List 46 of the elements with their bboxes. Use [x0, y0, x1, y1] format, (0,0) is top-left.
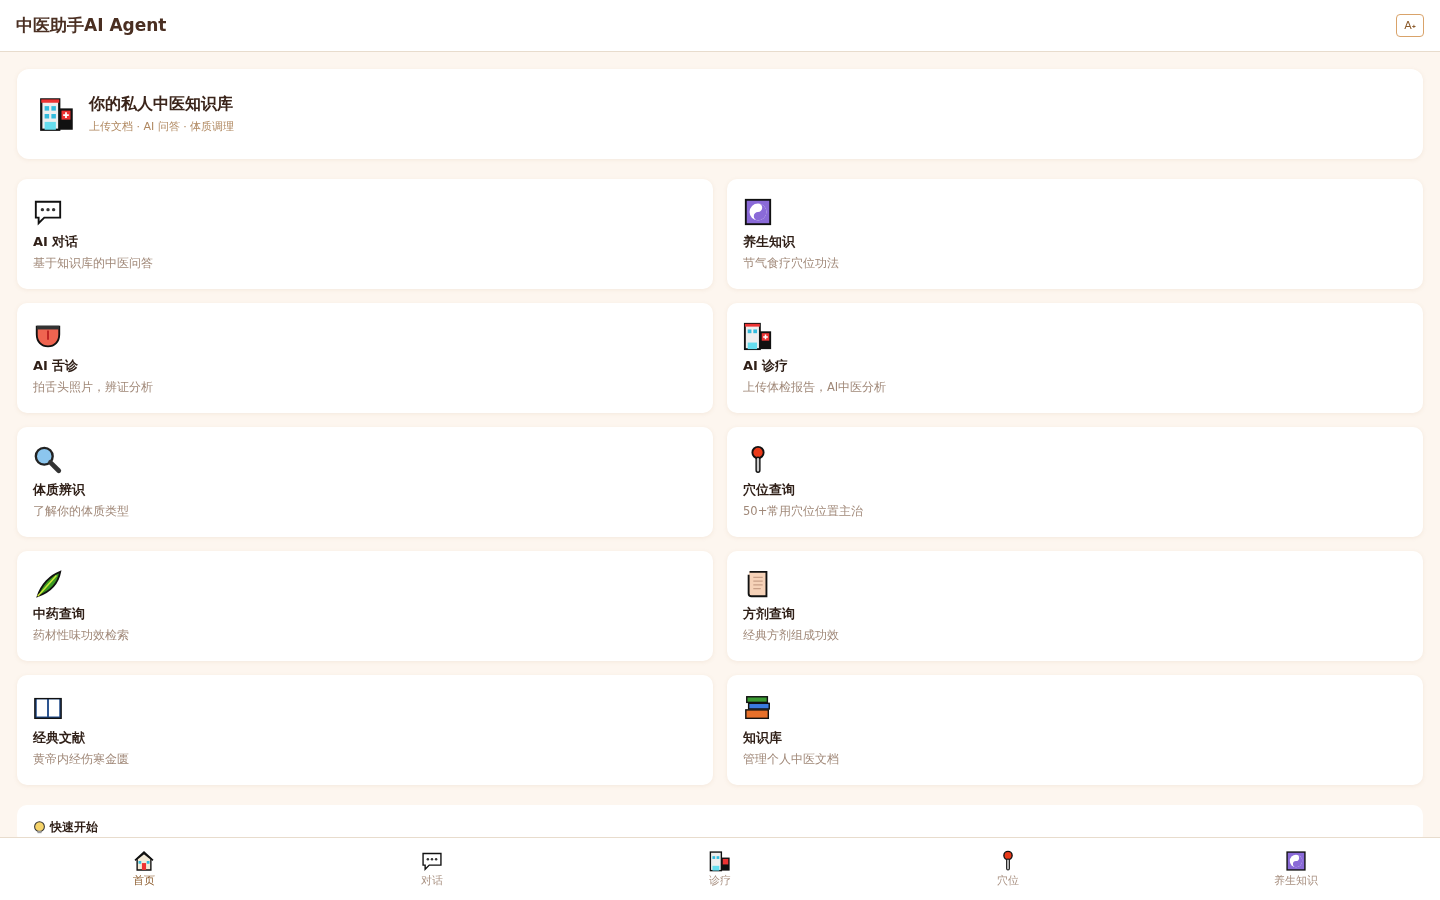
feature-card[interactable]: 中药查询 药材性味功效检索 [17, 551, 713, 661]
feature-title: 穴位查询 [743, 481, 795, 499]
magnifier-icon [33, 445, 63, 475]
feature-card[interactable]: AI 诊疗 上传体检报告，AI中医分析 [727, 303, 1423, 413]
feature-description: 黄帝内经伤寒金匮 [33, 752, 129, 767]
feature-card[interactable]: 知识库 管理个人中医文档 [727, 675, 1423, 785]
house-icon [133, 850, 155, 872]
welcome-title: 你的私人中医知识库 [89, 94, 234, 115]
feature-card[interactable]: 穴位查询 50+常用穴位位置主治 [727, 427, 1423, 537]
quick-start-title: 快速开始 [50, 819, 98, 836]
feature-description: 50+常用穴位位置主治 [743, 504, 864, 519]
feature-title: 知识库 [743, 729, 782, 747]
feature-description: 基于知识库的中医问答 [33, 256, 153, 271]
speech-bubble-icon [421, 850, 443, 872]
feature-title: 方剂查询 [743, 605, 795, 623]
nav-tab[interactable]: 首页 [0, 838, 288, 900]
feature-description: 管理个人中医文档 [743, 752, 839, 767]
feature-title: 养生知识 [743, 233, 795, 251]
feature-description: 了解你的体质类型 [33, 504, 129, 519]
hospital-icon [709, 850, 731, 872]
feature-card[interactable]: 经典文献 黄帝内经伤寒金匮 [17, 675, 713, 785]
feature-card[interactable]: 养生知识 节气食疗穴位功法 [727, 179, 1423, 289]
feature-title: AI 对话 [33, 233, 79, 251]
feature-title: 体质辨识 [33, 481, 85, 499]
yin-yang-icon [743, 197, 773, 227]
feature-description: 拍舌头照片，辨证分析 [33, 380, 153, 395]
yin-yang-icon [1285, 850, 1307, 872]
feature-card[interactable]: AI 舌诊 拍舌头照片，辨证分析 [17, 303, 713, 413]
feature-title: 经典文献 [33, 729, 85, 747]
app-title: 中医助手AI Agent [16, 14, 167, 37]
feature-description: 药材性味功效检索 [33, 628, 129, 643]
feature-card[interactable]: 方剂查询 经典方剂组成功效 [727, 551, 1423, 661]
feature-description: 节气食疗穴位功法 [743, 256, 839, 271]
feature-card[interactable]: 体质辨识 了解你的体质类型 [17, 427, 713, 537]
font-size-button[interactable]: A˖ [1396, 14, 1424, 37]
hospital-icon [743, 321, 773, 351]
feature-title: AI 诊疗 [743, 357, 789, 375]
feature-title: 中药查询 [33, 605, 85, 623]
feature-card[interactable]: AI 对话 基于知识库的中医问答 [17, 179, 713, 289]
feature-description: 上传体检报告，AI中医分析 [743, 380, 887, 395]
bulb-icon [33, 821, 46, 834]
feature-description: 经典方剂组成功效 [743, 628, 839, 643]
leaf-icon [33, 569, 63, 599]
welcome-subtitle: 上传文档 · AI 问答 · 体质调理 [89, 119, 235, 134]
feature-title: AI 舌诊 [33, 357, 79, 375]
hospital-icon [39, 96, 75, 132]
